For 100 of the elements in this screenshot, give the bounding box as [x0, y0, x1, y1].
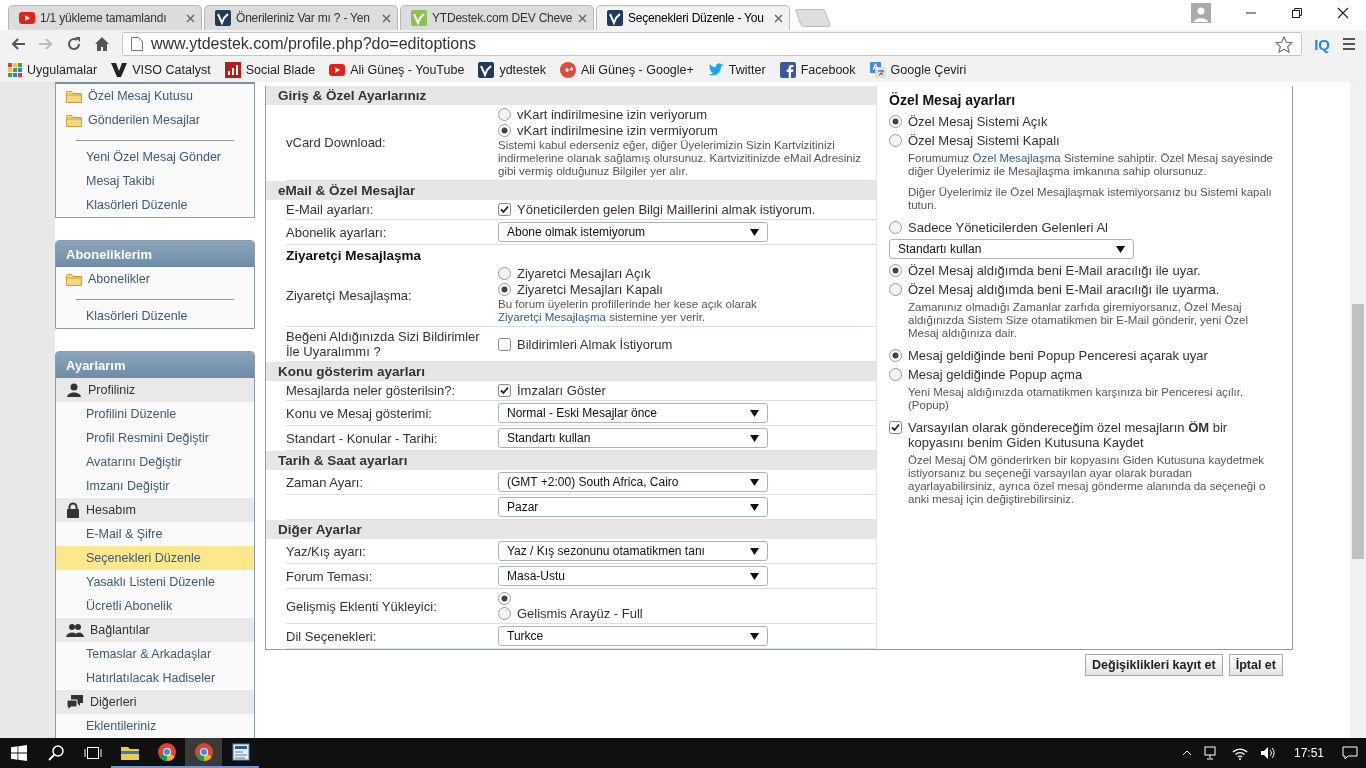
close-icon[interactable] — [1337, 7, 1349, 19]
radio-button[interactable] — [498, 108, 511, 121]
option-label: vKart indirilmesine izin vermiyorum — [517, 123, 718, 138]
option-label: İmzaları Göster — [517, 383, 606, 398]
sidebar-item[interactable]: Temaslar & Arkadaşlar — [56, 642, 254, 666]
sidebar-item[interactable]: Yasaklı Listeni Düzenle — [56, 570, 254, 594]
browser-tab[interactable]: Seçenekleri Düzenle - You — [596, 5, 790, 30]
radio-button[interactable] — [889, 349, 902, 362]
help-link[interactable]: Ziyaretçi Mesajlaşma — [498, 311, 606, 323]
dropdown[interactable]: Masa-Ustu — [498, 566, 768, 586]
notification-icon[interactable] — [1342, 746, 1358, 760]
checkbox[interactable] — [889, 421, 902, 434]
bookmark[interactable]: ydtestek — [478, 62, 546, 78]
radio-button[interactable] — [889, 283, 902, 296]
page-icon — [131, 37, 143, 51]
action-button[interactable]: İptal et — [1228, 654, 1283, 676]
sidebar-item[interactable]: Profilini Düzenle — [56, 402, 254, 426]
browser-icon[interactable] — [194, 743, 213, 761]
reload-icon[interactable] — [66, 36, 82, 52]
sidebar-item[interactable]: Gönderilen Mesajlar — [56, 108, 254, 132]
caret-icon — [750, 434, 759, 442]
address-field[interactable]: www.ytdestek.com/profile.php?do=editoptions — [122, 32, 1303, 56]
dropdown[interactable]: Standartı kullan — [498, 428, 768, 448]
dropdown[interactable]: (GMT +2:00) South Africa, Cairo — [498, 472, 768, 492]
folder-icon[interactable] — [120, 744, 139, 760]
search-icon[interactable] — [47, 745, 64, 761]
field-label: Abonelik ayarları: — [286, 224, 388, 240]
radio-button[interactable] — [889, 134, 902, 147]
sidebar-item[interactable]: Profil Resmini Değiştir — [56, 426, 254, 450]
action-button[interactable]: Değişiklikleri kayıt et — [1085, 654, 1223, 676]
radio-button[interactable] — [498, 267, 511, 280]
browser-tab[interactable]: 1/1 yükleme tamamlandı — [8, 5, 202, 30]
bookmark[interactable]: Google Çeviri — [869, 62, 967, 78]
option-label: Özel Mesaj Sistemi Açık — [908, 114, 1048, 129]
radio-button[interactable] — [889, 221, 902, 234]
sidebar-item[interactable]: Mesaj Takibi — [56, 169, 254, 193]
sidebar-item[interactable]: Hatırlatılacak Hadiseler — [56, 666, 254, 690]
sidebar-item[interactable]: Imzanı Değiştir — [56, 474, 254, 498]
section-header: eMail & Özel Mesajlar — [266, 181, 876, 200]
logo-icon — [607, 10, 623, 26]
home-icon[interactable] — [94, 36, 110, 52]
sidebar-item[interactable]: Ücretli Abonelik — [56, 594, 254, 618]
dropdown[interactable]: Standartı kullan — [889, 239, 1134, 259]
sidebar-item[interactable]: Klasörleri Düzenle — [56, 193, 254, 217]
dropdown[interactable]: Normal - Eski Mesajlar önce — [498, 403, 768, 423]
sidebar-item[interactable]: Yeni Özel Mesaj Gönder — [56, 145, 254, 169]
option-label: Özel Mesaj aldığımda beni E-Mail aracılığı ile uyarma. — [908, 282, 1220, 297]
sidebar-item[interactable]: Özel Mesaj Kutusu — [56, 84, 254, 108]
checkbox[interactable] — [498, 203, 511, 216]
help-link[interactable]: Özel Mesajlaşma — [972, 152, 1061, 164]
bookmark[interactable]: VISO Catalyst — [111, 63, 211, 77]
sidebar-item[interactable]: Klasörleri Düzenle — [56, 304, 254, 328]
checkbox[interactable] — [498, 384, 511, 397]
dropdown[interactable]: Turkce — [498, 626, 768, 646]
bookmark[interactable]: Ali Güneş - Google+ — [559, 62, 694, 78]
radio-button[interactable] — [889, 368, 902, 381]
radio-button[interactable] — [498, 283, 511, 296]
v-logo-icon — [111, 63, 128, 77]
logo-icon — [215, 10, 231, 26]
task-view-icon[interactable] — [83, 746, 102, 760]
restore-icon[interactable] — [1291, 7, 1303, 19]
option-label: Yöneticilerden gelen Bilgi Maillerini almak istiyorum. — [517, 202, 816, 217]
menu-icon[interactable] — [1342, 37, 1356, 51]
translate-icon — [869, 62, 886, 78]
browser-tab[interactable]: Önerileriniz Var mı ? - Yen — [204, 5, 398, 30]
radio-button[interactable] — [498, 592, 511, 605]
help-text: Sistemi kabul ederseniz eğer, diğer Üyelerimizin Sizin Kartvizitinizi indirmelerine olanak sağlamış olursunuz. Kartvizitinizde eMail Adresiniz gibi vermiş olduğunuz Bilgiler yer alır. — [498, 139, 863, 178]
category-header: Hesabım — [56, 498, 254, 522]
bookmark[interactable]: Facebook — [779, 62, 856, 78]
back-icon[interactable] — [10, 36, 26, 52]
sidebar-item[interactable]: Eklentileriniz — [56, 714, 254, 738]
sidebar-item[interactable]: Avatarını Değiştir — [56, 450, 254, 474]
bookmark[interactable]: Twitter — [707, 63, 766, 77]
radio-button[interactable] — [889, 264, 902, 277]
panel-title: Aboneliklerim — [56, 241, 254, 267]
windows-logo-icon[interactable] — [10, 745, 27, 761]
dropdown[interactable]: Pazar — [498, 497, 768, 517]
lock-icon — [66, 502, 80, 518]
sidebar-item[interactable]: E-Mail & Şifre — [56, 522, 254, 546]
radio-button[interactable] — [498, 124, 511, 137]
option-label: vKart indirilmesine izin veriyorum — [517, 107, 707, 122]
bookmark[interactable]: Uygulamalar — [8, 63, 98, 77]
bookmark[interactable]: Ali Güneş - YouTube — [329, 63, 465, 77]
sidebar-item[interactable]: Abonelikler — [56, 267, 254, 291]
people-icon — [66, 622, 84, 638]
browser-tab[interactable]: YTDestek.com DEV Cheve — [400, 5, 594, 30]
radio-button[interactable] — [498, 607, 511, 620]
scrollbar[interactable] — [1350, 82, 1366, 738]
star-icon[interactable] — [1275, 35, 1294, 53]
dropdown[interactable]: Yaz / Kış sezonunu otamatikmen tanı — [498, 541, 768, 561]
speaker-icon — [1259, 746, 1276, 760]
dropdown[interactable]: Abone olmak istemiyorum — [498, 222, 768, 242]
bookmark[interactable]: Social Blade — [224, 62, 316, 78]
checkbox[interactable] — [498, 337, 511, 351]
settings-title: Özel Mesaj ayarları — [889, 92, 1017, 108]
radio-button[interactable] — [889, 115, 902, 128]
section-header: Giriş & Özel Ayarlarınız — [266, 86, 876, 105]
sidebar-item[interactable]: Seçenekleri Düzenle — [56, 546, 254, 570]
document-icon[interactable] — [231, 743, 250, 761]
browser-icon[interactable] — [157, 743, 176, 761]
